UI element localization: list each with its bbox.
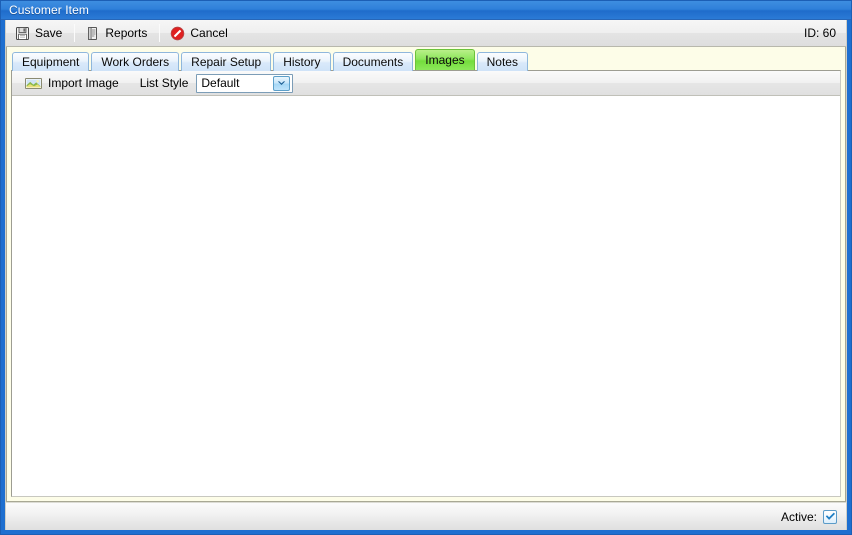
tab-images[interactable]: Images — [415, 49, 475, 70]
chevron-down-icon[interactable] — [273, 75, 291, 91]
tab-work-orders[interactable]: Work Orders — [91, 52, 180, 71]
cancel-button[interactable]: Cancel — [161, 20, 238, 46]
import-image-label: Import Image — [48, 76, 119, 90]
tab-page-container: Equipment Work Orders Repair Setup Histo… — [6, 47, 846, 502]
images-panel: Import Image List Style Default — [11, 70, 841, 497]
images-list-canvas[interactable] — [12, 96, 840, 496]
tab-history[interactable]: History — [273, 52, 331, 71]
save-button[interactable]: Save — [6, 20, 73, 46]
active-label: Active: — [780, 509, 817, 524]
cancel-prohibition-icon — [170, 26, 185, 41]
report-document-icon — [85, 26, 100, 41]
toolbar-separator — [159, 24, 161, 42]
tab-label: Images — [425, 53, 465, 67]
tab-documents[interactable]: Documents — [332, 52, 414, 71]
window-titlebar: Customer Item — [1, 1, 851, 20]
record-id-label: ID: 60 — [803, 26, 836, 40]
window-title: Customer Item — [9, 3, 89, 17]
tab-label: Repair Setup — [191, 55, 262, 69]
tab-label: Notes — [486, 55, 518, 69]
tab-repair-setup[interactable]: Repair Setup — [181, 52, 272, 71]
tab-label: Equipment — [22, 55, 80, 69]
active-checkbox[interactable] — [823, 509, 837, 524]
reports-button-label: Reports — [105, 26, 148, 40]
tab-strip: Equipment Work Orders Repair Setup Histo… — [7, 47, 845, 71]
import-image-button[interactable]: Import Image — [20, 73, 126, 93]
reports-button[interactable]: Reports — [76, 20, 158, 46]
save-floppy-icon — [15, 26, 30, 41]
tab-equipment[interactable]: Equipment — [12, 52, 90, 71]
main-toolbar: Save Reports Cancel ID: 60 — [6, 20, 846, 47]
cancel-button-label: Cancel — [190, 26, 228, 40]
list-style-value: Default — [201, 76, 240, 90]
window-client-area: Save Reports Cancel ID: 60 Equipment Wor… — [5, 20, 847, 502]
list-style-combobox[interactable]: Default — [196, 73, 294, 93]
save-button-label: Save — [35, 26, 63, 40]
tab-notes[interactable]: Notes — [476, 52, 528, 71]
list-style-label: List Style — [139, 76, 189, 90]
tab-label: Documents — [342, 55, 404, 69]
toolbar-separator — [74, 24, 76, 42]
tab-label: Work Orders — [101, 55, 170, 69]
customer-item-window: Customer Item Save Reports Cancel ID: 60… — [0, 0, 852, 535]
picture-landscape-icon — [25, 77, 42, 90]
images-toolbar: Import Image List Style Default — [12, 71, 840, 96]
window-bottom-edge — [1, 530, 851, 534]
tab-label: History — [283, 55, 321, 69]
status-bar: Active: — [5, 502, 847, 530]
